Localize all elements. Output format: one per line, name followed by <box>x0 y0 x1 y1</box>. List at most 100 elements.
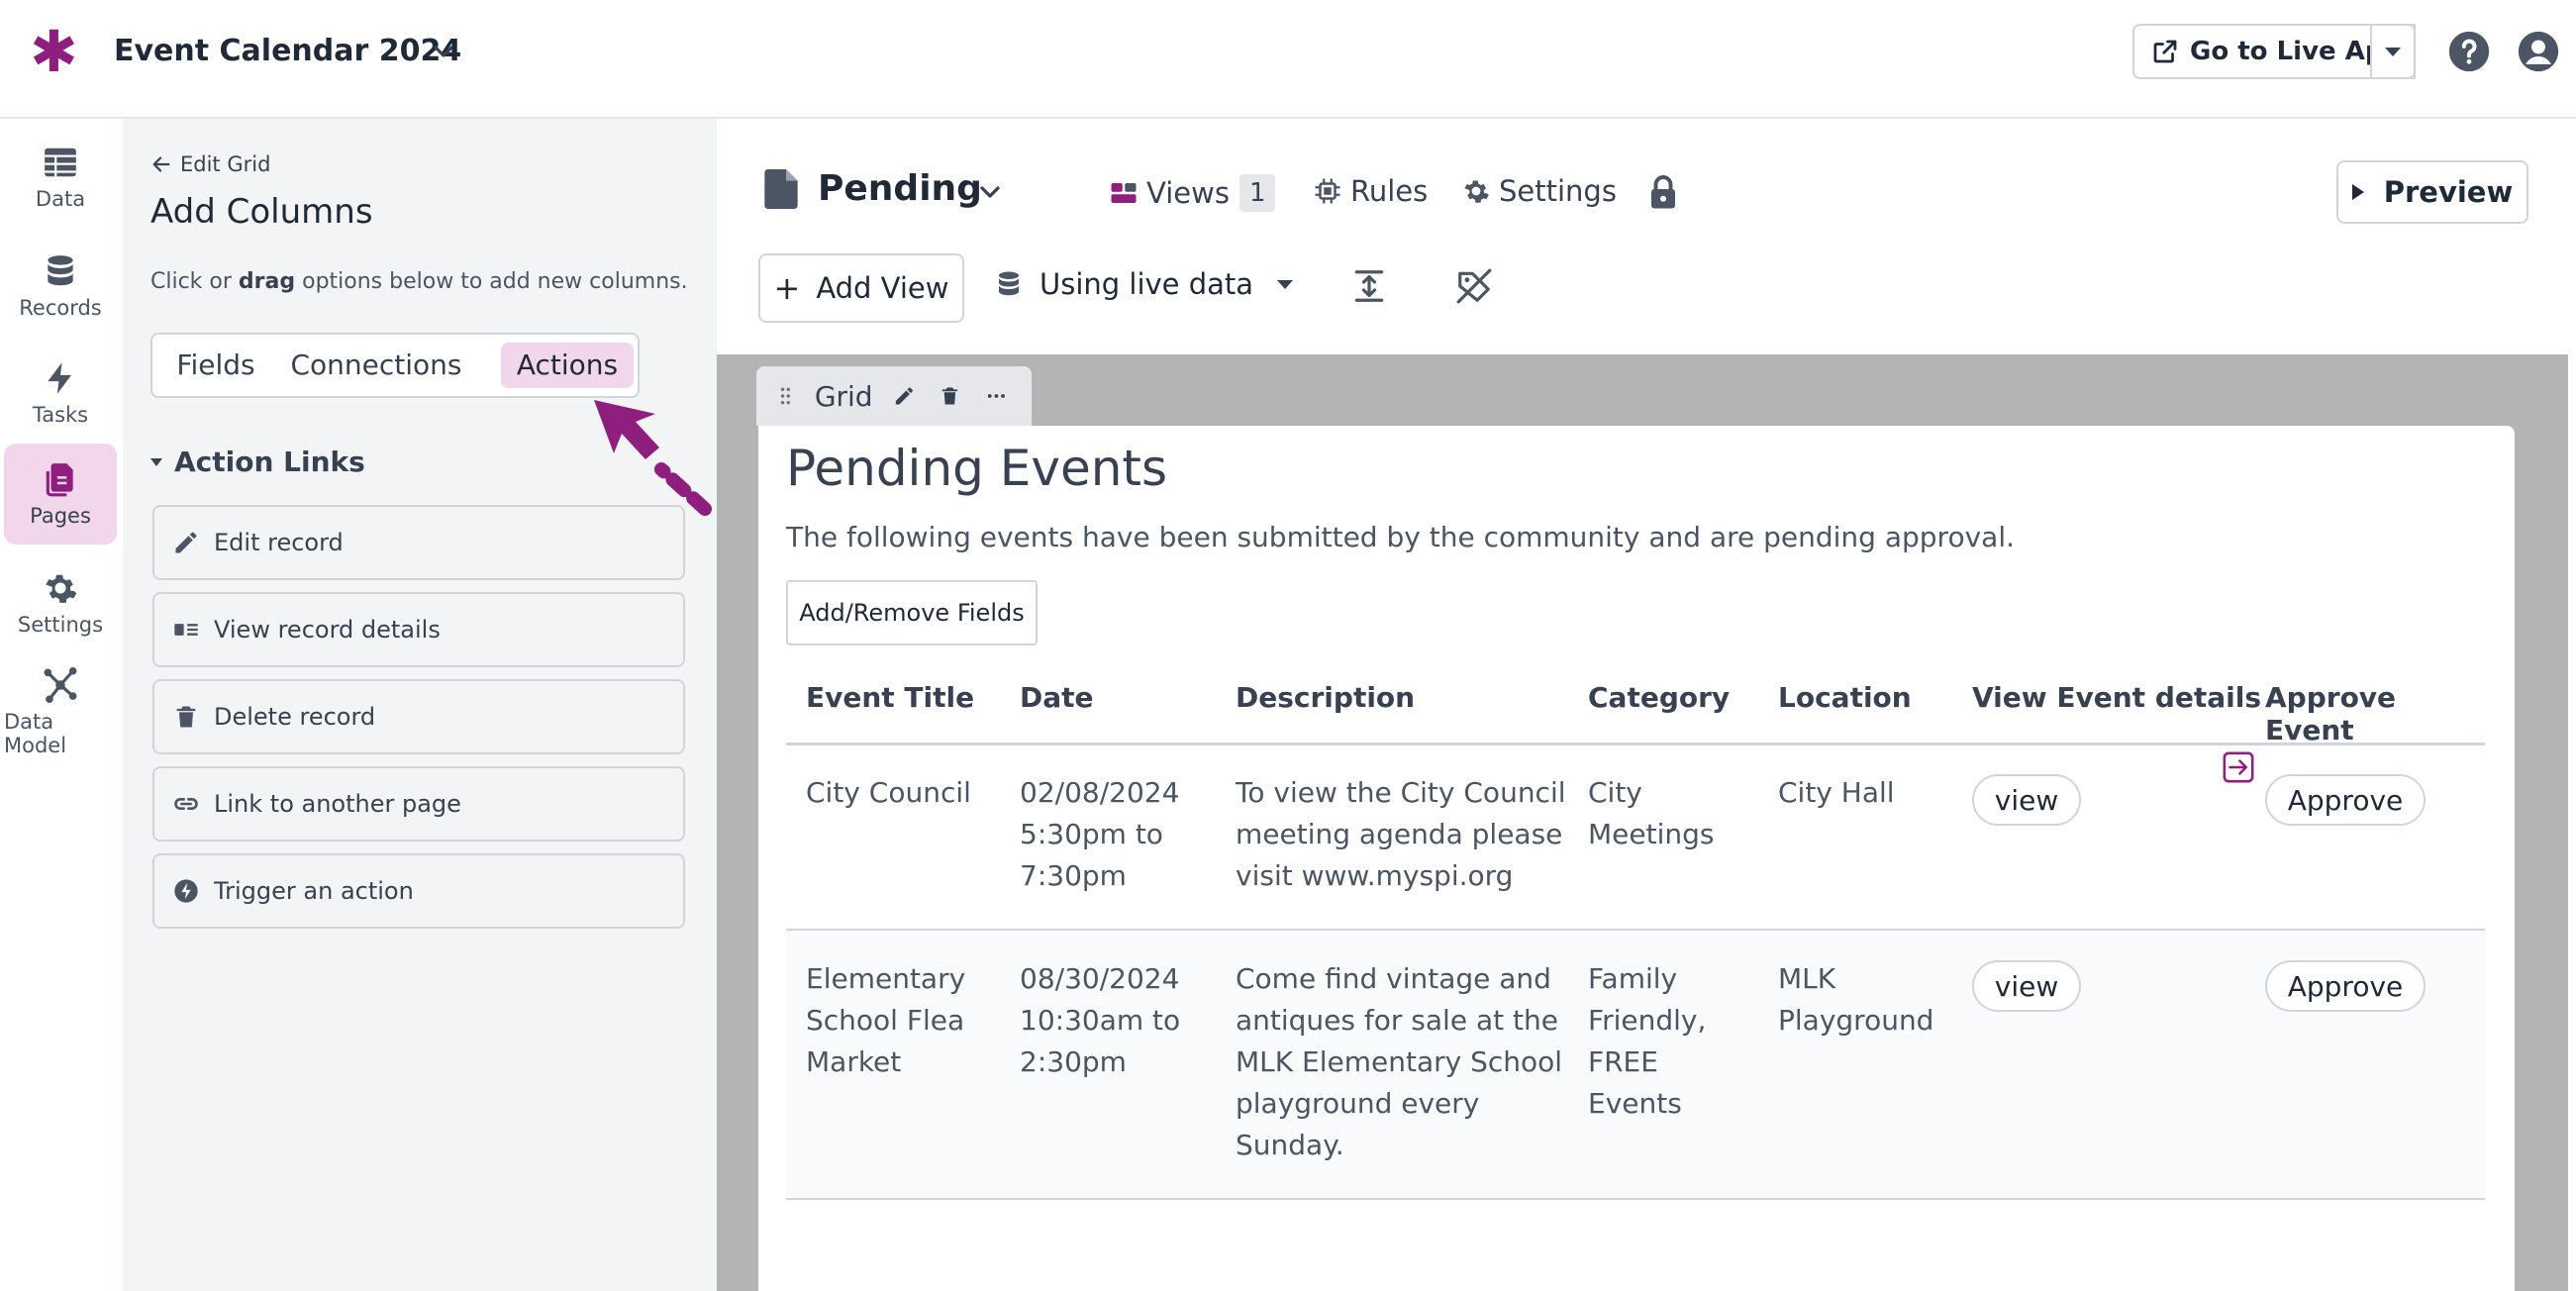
table-row[interactable]: City Council 02/08/2024 5:30pm to 7:30pm T… <box>786 745 2485 931</box>
action-edit-record-label: Edit record <box>214 529 344 556</box>
action-link-to-another-page[interactable]: Link to another page <box>152 766 685 842</box>
drag-hint-arrow-icon <box>594 400 712 516</box>
views-label: Views <box>1146 176 1230 210</box>
action-delete-record-label: Delete record <box>214 703 376 731</box>
pages-icon <box>46 463 73 497</box>
grid-title: Pending Events <box>786 440 1168 497</box>
trash-icon[interactable] <box>939 383 961 409</box>
add-view-label: Add View <box>816 271 949 305</box>
page-name-label: Pending <box>818 168 982 209</box>
top-header: ✱ Event Calendar 2024 Go to Live App <box>0 0 2576 119</box>
lightning-icon <box>48 362 72 394</box>
grid-view-label: Grid <box>814 379 873 413</box>
database-icon <box>48 255 73 286</box>
nav-item-records-label: Records <box>19 296 102 320</box>
cell-category: City Meetings <box>1588 776 1715 850</box>
database-icon <box>999 271 1019 296</box>
grid-description: The following events have been submitted… <box>786 521 2015 553</box>
nav-item-data[interactable]: Data <box>4 127 117 228</box>
asterisk-logo-icon[interactable]: ✱ <box>30 23 78 80</box>
approve-event-button[interactable]: Approve <box>2265 960 2426 1012</box>
views-button[interactable]: Views 1 <box>1109 174 1276 212</box>
views-icon <box>1111 183 1137 203</box>
nav-item-settings-label: Settings <box>17 613 104 637</box>
hide-tags-icon[interactable] <box>1455 267 1493 305</box>
help-icon[interactable] <box>2447 30 2491 73</box>
column-header-view-event-details[interactable]: View Event details <box>1972 681 2261 714</box>
tab-fields[interactable]: Fields <box>160 343 271 388</box>
play-icon <box>2351 184 2364 200</box>
network-icon <box>44 666 77 704</box>
rules-button[interactable]: Rules <box>1313 174 1428 208</box>
column-header-approve-event[interactable]: Approve Event <box>2265 681 2485 746</box>
action-trigger-an-action-label: Trigger an action <box>214 877 414 905</box>
column-header-date[interactable]: Date <box>1020 681 1094 714</box>
details-icon <box>174 624 198 636</box>
nav-item-pages[interactable]: Pages <box>4 444 117 545</box>
gear-icon <box>46 574 77 603</box>
nav-item-pages-label: Pages <box>30 504 91 528</box>
action-links-title: Action Links <box>174 446 365 478</box>
add-columns-panel: Edit Grid Add Columns Click or drag opti… <box>123 119 717 1291</box>
add-view-button[interactable]: + Add View <box>758 253 964 323</box>
action-view-record-details[interactable]: View record details <box>152 592 685 667</box>
external-link-icon <box>2153 40 2177 63</box>
page-settings-button[interactable]: Settings <box>1461 174 1617 208</box>
column-header-description[interactable]: Description <box>1236 681 1415 714</box>
nav-item-settings[interactable]: Settings <box>4 552 117 653</box>
edit-grid-back-link[interactable]: Edit Grid <box>150 152 270 176</box>
more-options-icon[interactable] <box>985 383 1008 409</box>
preview-label: Preview <box>2383 175 2514 209</box>
cell-location: City Hall <box>1778 776 1895 809</box>
live-app-dropdown-button[interactable] <box>2370 24 2416 79</box>
caret-down-icon <box>150 457 162 466</box>
drag-handle-icon[interactable] <box>774 383 797 409</box>
cell-location: MLK Playground <box>1778 962 1934 1037</box>
gear-icon <box>1464 180 1489 203</box>
nav-item-records[interactable]: Records <box>4 236 117 337</box>
rules-label: Rules <box>1350 174 1429 208</box>
grid-view-card[interactable]: Pending Events The following events have… <box>758 426 2515 1291</box>
preview-button[interactable]: Preview <box>2336 160 2528 224</box>
action-links-section-toggle[interactable]: Action Links <box>150 446 365 478</box>
view-event-details-link[interactable]: view <box>1972 960 2081 1012</box>
add-remove-fields-button[interactable]: Add/Remove Fields <box>786 580 1038 646</box>
approve-event-button[interactable]: Approve <box>2265 774 2426 826</box>
caret-down-icon <box>1277 279 1294 289</box>
left-navigation: Data Records Tasks Pages Settings Data M… <box>0 119 121 1291</box>
nav-item-data-model-label: Data Model <box>4 710 67 757</box>
pencil-icon[interactable] <box>893 383 916 409</box>
chevron-down-icon[interactable] <box>974 176 1006 208</box>
cell-event-title: Elementary School Flea Market <box>806 962 966 1078</box>
cell-description: Come find vintage and antiques for sale a… <box>1236 962 1563 1161</box>
nav-item-data-label: Data <box>35 187 86 211</box>
nav-item-tasks[interactable]: Tasks <box>4 343 117 444</box>
plus-icon: + <box>773 269 801 307</box>
column-header-event-title[interactable]: Event Title <box>806 681 974 714</box>
column-header-location[interactable]: Location <box>1778 681 1912 714</box>
lock-icon[interactable] <box>1647 174 1679 210</box>
table-row[interactable]: Elementary School Flea Market 08/30/2024 10… <box>786 931 2485 1200</box>
nav-item-tasks-label: Tasks <box>32 403 89 427</box>
action-trigger-an-action[interactable]: Trigger an action <box>152 853 685 929</box>
tab-connections[interactable]: Connections <box>281 343 471 388</box>
view-event-details-link[interactable]: view <box>1972 774 2081 826</box>
chevron-down-icon[interactable] <box>428 36 459 67</box>
trash-icon <box>176 706 196 728</box>
back-link-label: Edit Grid <box>180 152 271 176</box>
nav-item-data-model[interactable]: Data Model <box>4 661 117 762</box>
insert-column-icon[interactable] <box>2222 750 2255 784</box>
cell-event-title: City Council <box>806 776 971 809</box>
app-title[interactable]: Event Calendar 2024 <box>114 32 461 71</box>
expand-height-icon[interactable] <box>1350 267 1388 305</box>
data-source-dropdown[interactable]: Using live data <box>994 267 1294 301</box>
page-canvas: Grid Pending Events The following events… <box>717 354 2568 1291</box>
pencil-icon <box>175 532 197 553</box>
cell-date: 02/08/2024 5:30pm to 7:30pm <box>1020 776 1180 892</box>
action-delete-record[interactable]: Delete record <box>152 679 685 754</box>
column-header-category[interactable]: Category <box>1588 681 1730 714</box>
table-icon <box>45 148 76 177</box>
tab-actions[interactable]: Actions <box>501 343 634 388</box>
user-account-icon[interactable] <box>2517 30 2560 73</box>
page-name[interactable]: Pending <box>764 168 982 209</box>
